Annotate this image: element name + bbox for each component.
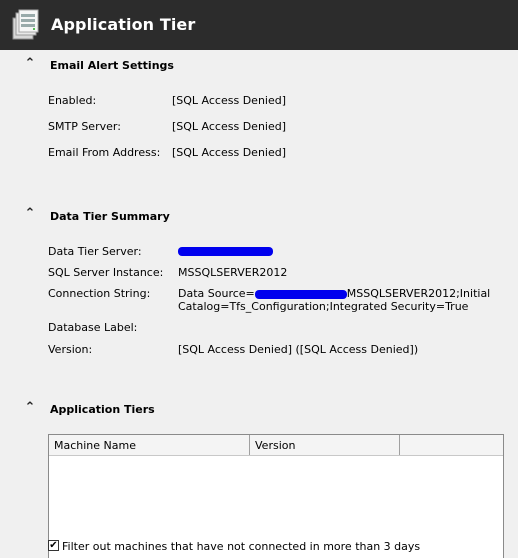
section-title-email: Email Alert Settings (50, 59, 174, 72)
column-header-blank[interactable] (400, 435, 503, 455)
connection-string-prefix: Data Source= (178, 287, 255, 300)
email-from-value: [SQL Access Denied] (172, 146, 287, 159)
collapse-email-button[interactable]: ⌃ (22, 57, 38, 71)
connection-string-line2: Catalog=Tfs_Configuration;Integrated Sec… (178, 300, 469, 313)
connection-string-label: Connection String: (48, 287, 151, 300)
smtp-server-label: SMTP Server: (48, 120, 121, 133)
redaction-mark (254, 289, 347, 299)
enabled-value: [SQL Access Denied] (172, 94, 287, 107)
database-label-label: Database Label: (48, 321, 138, 334)
sql-instance-label: SQL Server Instance: (48, 266, 164, 279)
email-from-label: Email From Address: (48, 146, 161, 159)
section-title-apptiers: Application Tiers (50, 403, 155, 416)
filter-machines-checkbox[interactable]: ✔ (48, 540, 59, 551)
grid-header: Machine Name Version (49, 435, 503, 456)
collapse-apptiers-button[interactable]: ⌃ (22, 401, 38, 415)
section-title-datatier: Data Tier Summary (50, 210, 170, 223)
version-label: Version: (48, 343, 93, 356)
version-value: [SQL Access Denied] ([SQL Access Denied]… (178, 343, 419, 356)
smtp-server-value: [SQL Access Denied] (172, 120, 287, 133)
data-tier-server-label: Data Tier Server: (48, 245, 142, 258)
filter-machines-label[interactable]: Filter out machines that have not connec… (62, 540, 420, 553)
enabled-label: Enabled: (48, 94, 97, 107)
connection-string-suffix: MSSQLSERVER2012;Initial (346, 287, 491, 300)
redaction-mark (178, 246, 273, 256)
page-title: Application Tier (51, 15, 196, 34)
data-tier-server-value (178, 244, 273, 257)
app-header: Application Tier (0, 0, 518, 50)
server-stack-icon (12, 9, 39, 40)
collapse-datatier-button[interactable]: ⌃ (22, 207, 38, 221)
connection-string-value: Data Source= MSSQLSERVER2012;Initial Cata… (178, 287, 498, 313)
column-header-version[interactable]: Version (250, 435, 400, 455)
sql-instance-value: MSSQLSERVER2012 (178, 266, 288, 279)
column-header-machine-name[interactable]: Machine Name (49, 435, 250, 455)
